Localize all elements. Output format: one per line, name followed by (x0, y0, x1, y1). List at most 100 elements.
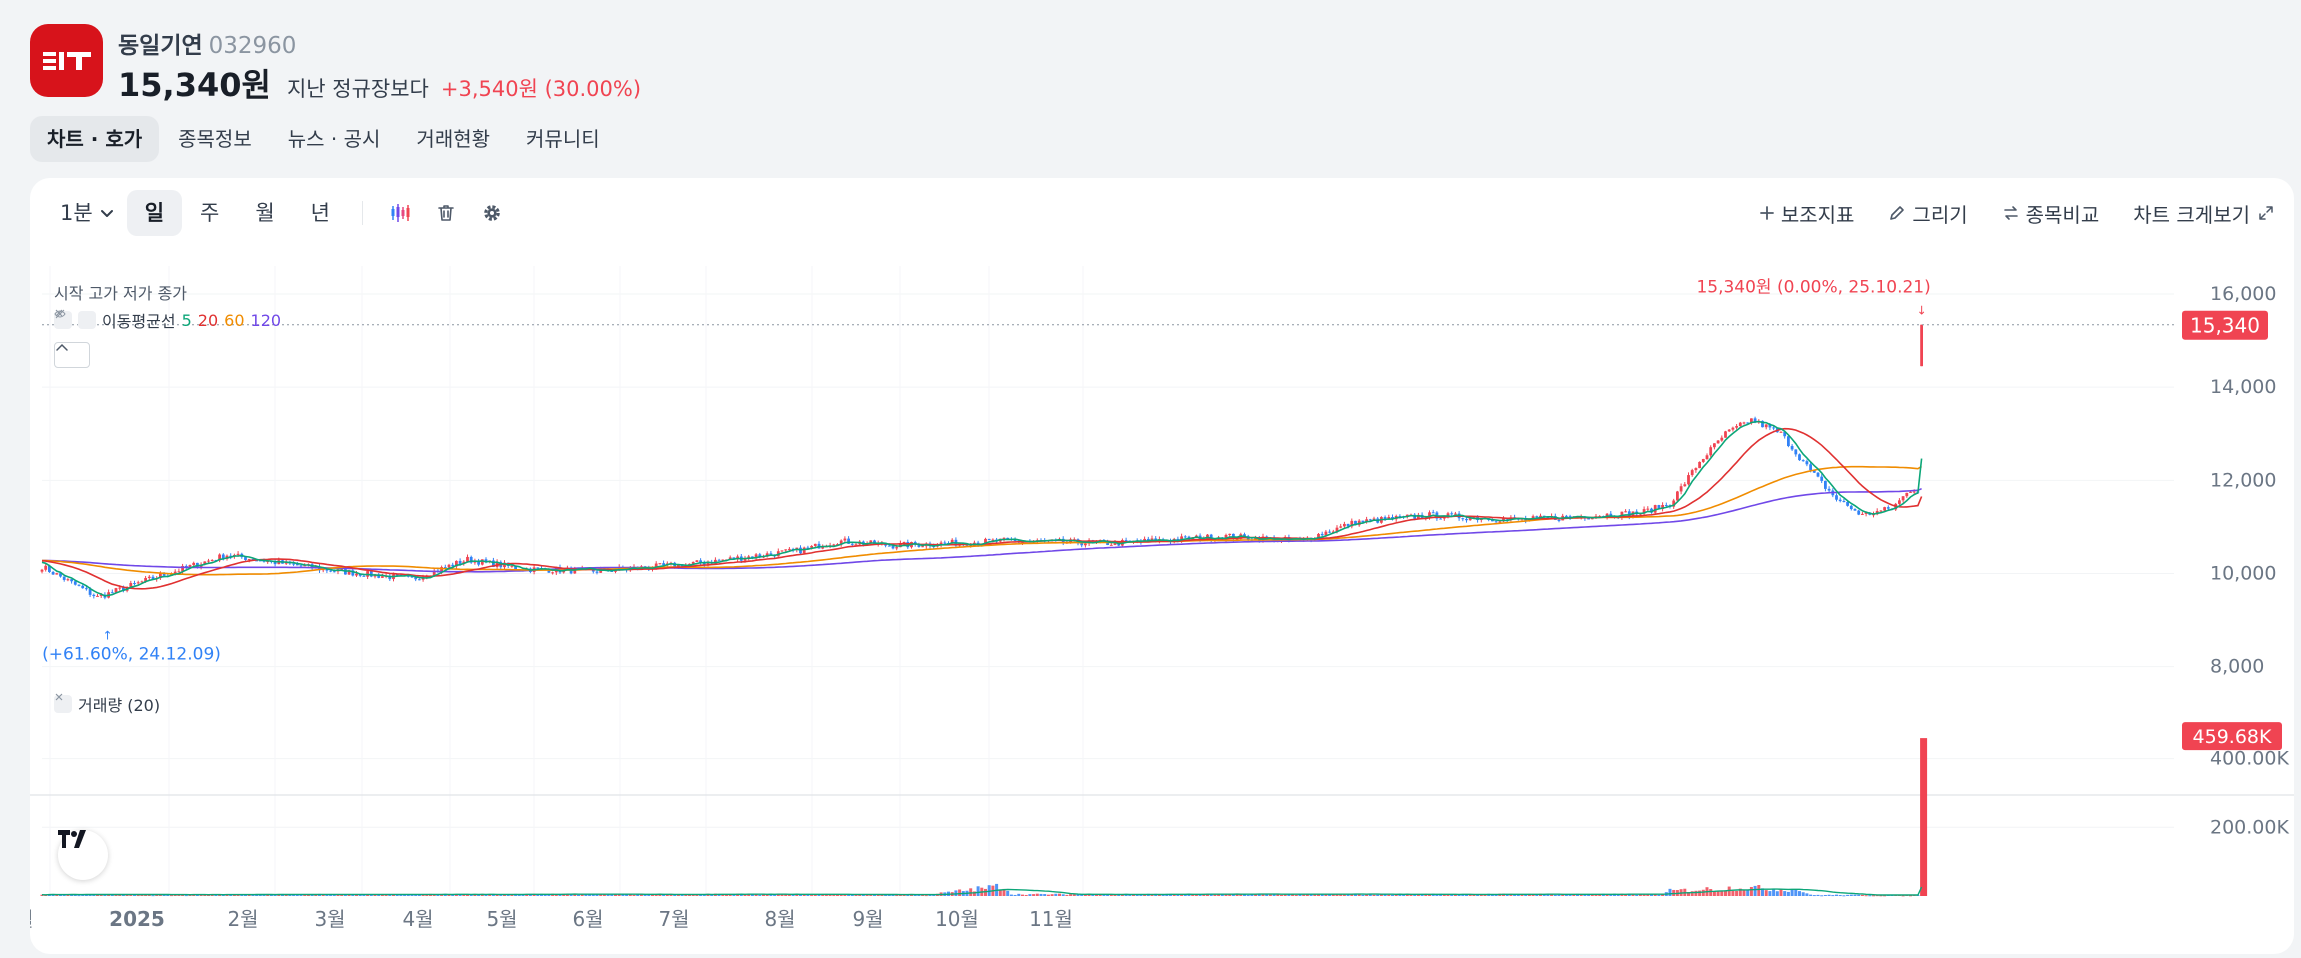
chart-toolbar: 1분 일 주 월 년 보조지표 그리기 종목비교 차트 크게보기 (30, 178, 2294, 250)
compare-button[interactable]: 종목비교 (2002, 199, 2100, 228)
candle-body (1735, 426, 1738, 428)
stock-code: 032960 (208, 33, 297, 59)
interval-select[interactable]: 1분 (48, 190, 127, 236)
x-axis-tick: 2월 (227, 907, 258, 931)
volume-bar (1731, 890, 1735, 896)
price-compare-label: 지난 정규장보다 (286, 77, 429, 101)
volume-bar (1864, 895, 1868, 897)
candle-body (1879, 510, 1883, 512)
candle-body (1738, 422, 1742, 427)
expand-chart-button[interactable]: 차트 크게보기 (2133, 199, 2274, 228)
period-day-button[interactable]: 일 (126, 190, 183, 236)
period-week-button[interactable]: 주 (182, 190, 237, 236)
company-logo-mark (42, 51, 91, 70)
candle-body (1720, 437, 1724, 441)
volume-bar (1246, 894, 1250, 896)
candle-body (1912, 491, 1916, 493)
candle-body (1709, 447, 1713, 456)
volume-bar (1798, 891, 1801, 896)
candle-body (114, 588, 118, 593)
draw-button[interactable]: 그리기 (1888, 199, 1968, 228)
close-icon[interactable] (55, 309, 96, 329)
volume-bar (1727, 886, 1731, 896)
candle-body (1772, 427, 1775, 429)
candle-type-icon[interactable] (377, 190, 423, 236)
volume-bar (1387, 894, 1391, 896)
volume-bar (1039, 893, 1043, 896)
volume-bar (1065, 894, 1069, 896)
volume-bar (1786, 891, 1790, 896)
volume-bar (1801, 892, 1805, 896)
volume-bar (1753, 885, 1757, 896)
tab-news[interactable]: 뉴스 · 공시 (271, 116, 398, 162)
compare-label: 종목비교 (2025, 202, 2100, 227)
candle-body (1690, 470, 1694, 476)
volume-bar (1635, 894, 1639, 896)
price-chart[interactable]: 15,340원 (0.00%, 25.10.21) ↓ (+61.60%, 24.1… (30, 266, 2294, 954)
gear-icon[interactable] (469, 190, 515, 236)
indicator-button[interactable]: 보조지표 (1759, 199, 1854, 228)
volume-bar (1816, 894, 1820, 896)
price-change: +3,540원 (30.00%) (440, 77, 642, 101)
candle-body (40, 569, 44, 572)
candle-body (1724, 431, 1727, 438)
candle-body (1883, 507, 1886, 511)
trash-icon[interactable] (423, 190, 469, 236)
candle-body (1827, 488, 1831, 491)
tab-chart[interactable]: 차트 · 호가 (30, 116, 160, 162)
candle-body (1801, 460, 1805, 462)
candle-body (1646, 508, 1650, 510)
candle-body (1838, 499, 1842, 502)
candle-body (147, 576, 151, 579)
ma-120-line (42, 487, 1922, 573)
tradingview-logo-icon[interactable] (58, 830, 108, 880)
main-tabs: 차트 · 호가 종목정보 뉴스 · 공시 거래현황 커뮤니티 (30, 116, 619, 162)
stock-name-text: 동일기연 (118, 33, 203, 59)
candle-body (110, 592, 114, 594)
chart-area[interactable]: 15,340원 (0.00%, 25.10.21) ↓ (+61.60%, 24.1… (30, 266, 2294, 954)
candle-body (355, 573, 358, 576)
volume-bar (1058, 893, 1061, 896)
current-price-badge-text: 15,340 (2190, 314, 2260, 338)
volume-bar (1531, 894, 1535, 896)
period-year-button[interactable]: 년 (293, 190, 348, 236)
candle-body (1701, 459, 1705, 462)
company-logo (30, 24, 103, 97)
y-axis-tick: 12,000 (2210, 469, 2276, 491)
volume-bar (1823, 894, 1827, 896)
candle-body (1742, 422, 1746, 424)
y-axis-tick: 10,000 (2210, 563, 2276, 585)
volume-bar (1701, 889, 1705, 896)
candle-body (887, 545, 891, 547)
close-icon[interactable] (54, 693, 72, 713)
x-axis-tick: 2025 (109, 907, 165, 931)
candle-body (1846, 501, 1849, 506)
volume-bar (1783, 891, 1787, 896)
candle-body (210, 560, 214, 562)
candle-body (1368, 519, 1372, 521)
tab-community[interactable]: 커뮤니티 (509, 116, 617, 162)
volume-bar (1372, 894, 1376, 896)
y-axis-tick: 14,000 (2210, 376, 2276, 398)
tab-trading[interactable]: 거래현황 (399, 116, 507, 162)
ohlc-legend: 시작 고가 저가 종가 (54, 284, 188, 303)
volume-bar (1757, 885, 1761, 896)
period-month-button[interactable]: 월 (237, 190, 292, 236)
candle-body (780, 550, 784, 552)
candle-body (299, 565, 303, 567)
candle-body (447, 564, 451, 568)
volume-bar (836, 894, 839, 896)
volume-bar (743, 894, 747, 896)
tab-stock-info[interactable]: 종목정보 (161, 116, 269, 162)
volume-bar (1046, 894, 1050, 896)
ma-5-label: 5 (181, 310, 192, 330)
collapse-legend-button[interactable] (54, 342, 90, 368)
price-row: 15,340원 지난 정규장보다 +3,540원 (30.00%) (118, 60, 641, 106)
volume-bar (958, 889, 962, 896)
x-axis-tick: 7월 (658, 907, 689, 931)
volume-bar (1376, 894, 1380, 896)
candle-body (943, 542, 947, 544)
ma-60-line (41, 465, 1923, 576)
volume-bar (1091, 894, 1095, 896)
volume-bar (1072, 894, 1076, 896)
